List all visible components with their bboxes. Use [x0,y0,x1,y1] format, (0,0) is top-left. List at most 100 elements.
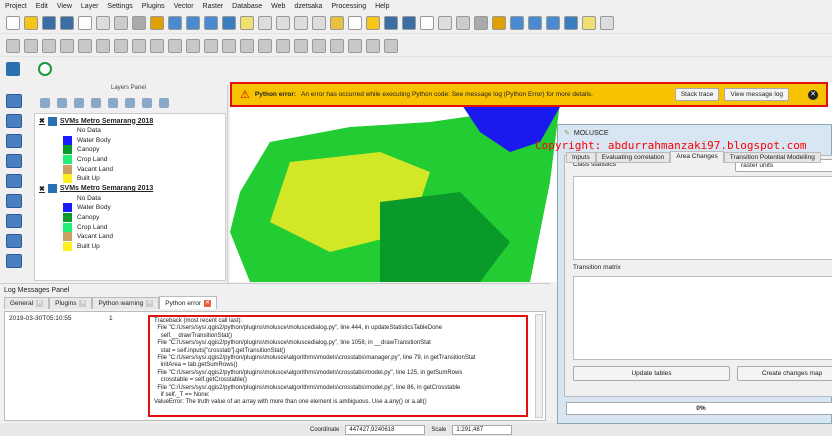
visibility-checkbox[interactable]: ✖ [39,117,45,125]
toolbar-icon[interactable] [384,38,398,53]
raster-tool-icon[interactable] [6,62,20,76]
toolbar-icon[interactable] [168,15,182,30]
layer-name[interactable]: SVMs Metro Semarang 2018 [60,118,153,125]
toolbar-icon[interactable] [600,15,614,30]
toolbar-icon[interactable] [204,38,218,53]
layer-group[interactable]: ✖ SVMs Metro Semarang 2018 [35,116,225,126]
layer-tool-icon[interactable] [74,98,84,108]
toolbar-icon[interactable] [186,38,200,53]
close-tab-icon[interactable]: ✕ [146,300,154,307]
toolbar-icon[interactable] [420,15,434,30]
layer-tool-icon[interactable] [159,98,169,108]
stack-trace-button[interactable]: Stack trace [674,88,720,101]
close-tab-icon[interactable]: ✕ [79,300,87,307]
menu-database[interactable]: Database [232,3,262,10]
toolbar-icon[interactable] [528,15,542,30]
toolbar-icon[interactable] [276,38,290,53]
new-layer-icon[interactable] [6,254,22,268]
toolbar-icon[interactable] [258,38,272,53]
toolbar-icon[interactable] [6,15,20,30]
menu-edit[interactable]: Edit [36,3,48,10]
menu-settings[interactable]: Settings [107,3,132,10]
add-raster-icon[interactable] [6,114,22,128]
toolbar-icon[interactable] [114,15,128,30]
toolbar-icon[interactable] [6,38,20,53]
toolbar-icon[interactable] [96,15,110,30]
menu-raster[interactable]: Raster [203,3,224,10]
layer-tool-icon[interactable] [125,98,135,108]
toolbar-icon[interactable] [240,15,254,30]
toolbar-icon[interactable] [456,15,470,30]
dialog-tab-inputs[interactable]: Inputs [566,152,596,163]
menu-plugins[interactable]: Plugins [142,3,165,10]
toolbar-icon[interactable] [24,38,38,53]
add-wfs-icon[interactable] [6,214,22,228]
log-tab-general[interactable]: General ✕ [4,297,50,309]
view-message-log-button[interactable]: View message log [724,88,789,101]
toolbar-icon[interactable] [150,38,164,53]
toolbar-icon[interactable] [402,15,416,30]
layer-tool-icon[interactable] [108,98,118,108]
toolbar-icon[interactable] [276,15,290,30]
toolbar-icon[interactable] [78,15,92,30]
menu-dzetsaka[interactable]: dzetsaka [294,3,322,10]
scale-field[interactable]: 1:291,487 [452,424,513,435]
toolbar-icon[interactable] [240,38,254,53]
toolbar-icon[interactable] [132,38,146,53]
toolbar-icon[interactable] [348,15,362,30]
toolbar-icon[interactable] [60,38,74,53]
toolbar-icon[interactable] [492,15,506,30]
dialog-tab-area-changes[interactable]: Area Changes [670,151,724,163]
toolbar-icon[interactable] [294,15,308,30]
add-wcs-icon[interactable] [6,194,22,208]
add-spatialite-icon[interactable] [6,234,22,248]
log-tab-python-warning[interactable]: Python warning ✕ [92,297,160,309]
add-delimited-icon[interactable] [6,134,22,148]
toolbar-icon[interactable] [204,15,218,30]
toolbar-icon[interactable] [294,38,308,53]
toolbar-icon[interactable] [42,38,56,53]
layer-group[interactable]: ✖ SVMs Metro Semarang 2013 [35,184,225,194]
toolbar-icon[interactable] [330,38,344,53]
toolbar-icon[interactable] [96,38,110,53]
toolbar-icon[interactable] [438,15,452,30]
toolbar-icon[interactable] [564,15,578,30]
toolbar-icon[interactable] [312,38,326,53]
close-tab-icon[interactable]: ✕ [204,299,212,307]
toolbar-icon[interactable] [510,15,524,30]
toolbar-icon[interactable] [222,38,236,53]
toolbar-icon[interactable] [186,15,200,30]
close-tab-icon[interactable]: ✕ [36,300,44,307]
toolbar-icon[interactable] [258,15,272,30]
zoom-plugin-icon[interactable] [38,62,52,76]
menu-vector[interactable]: Vector [174,3,194,10]
layer-tool-icon[interactable] [40,98,50,108]
layer-name[interactable]: SVMs Metro Semarang 2013 [60,185,153,192]
toolbar-icon[interactable] [330,15,344,30]
toolbar-icon[interactable] [384,15,398,30]
toolbar-icon[interactable] [150,15,164,30]
toolbar-icon[interactable] [114,38,128,53]
toolbar-icon[interactable] [348,38,362,53]
toolbar-icon[interactable] [24,15,38,30]
menu-view[interactable]: View [57,3,72,10]
toolbar-icon[interactable] [366,15,380,30]
update-tables-button[interactable]: Update tables [573,366,730,381]
toolbar-icon[interactable] [168,38,182,53]
toolbar-icon[interactable] [60,15,74,30]
toolbar-icon[interactable] [582,15,596,30]
toolbar-icon[interactable] [222,15,236,30]
dialog-tab-transition-potential-modelling[interactable]: Transition Potential Modelling [723,152,821,163]
layer-tool-icon[interactable] [142,98,152,108]
dialog-tab-evaluating-correlation[interactable]: Evaluating correlation [595,152,671,163]
create-changes-map-button[interactable]: Create changes map [737,366,832,381]
toolbar-icon[interactable] [474,15,488,30]
log-tab-python-error[interactable]: Python error ✕ [159,296,218,309]
layer-tool-icon[interactable] [91,98,101,108]
toolbar-icon[interactable] [78,38,92,53]
close-icon[interactable]: ✕ [808,89,818,100]
toolbar-icon[interactable] [312,15,326,30]
add-vector-icon[interactable] [6,94,22,108]
toolbar-icon[interactable] [366,38,380,53]
toolbar-icon[interactable] [132,15,146,30]
